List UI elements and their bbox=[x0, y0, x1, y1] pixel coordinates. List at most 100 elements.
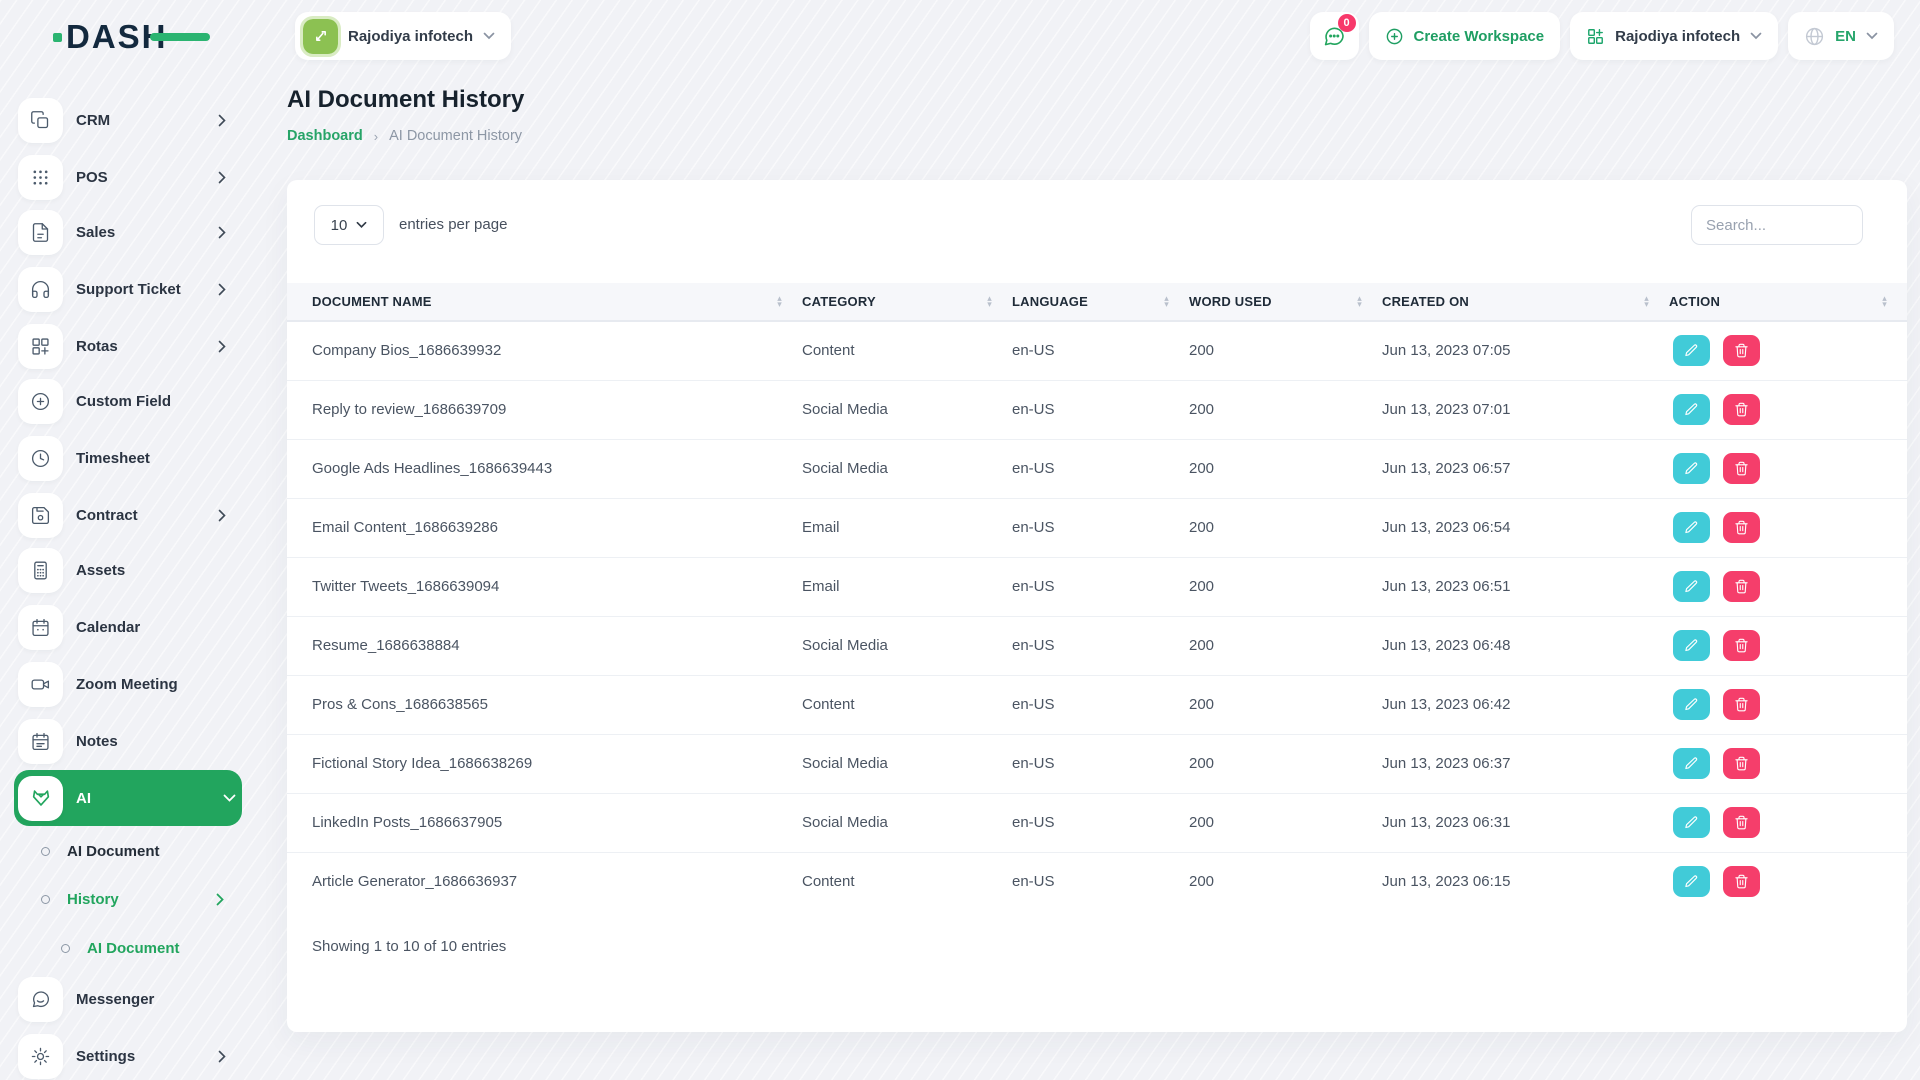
cell-actions bbox=[1669, 497, 1907, 557]
globe-icon bbox=[1804, 26, 1825, 47]
delete-button[interactable] bbox=[1723, 630, 1761, 661]
app-root: DASH Rajodiya infotech 0 Create Workspac… bbox=[0, 0, 1920, 1080]
table-row: Resume_1686638884 Social Media en-US 200… bbox=[287, 615, 1907, 675]
trash-icon bbox=[1735, 579, 1748, 594]
column-header-document-name[interactable]: DOCUMENT NAME ▴ ▾ bbox=[287, 283, 802, 322]
sidebar-subitem-history-ai-document[interactable]: AI Document bbox=[0, 924, 250, 972]
edit-button[interactable] bbox=[1673, 807, 1710, 838]
delete-button[interactable] bbox=[1723, 866, 1761, 898]
edit-button[interactable] bbox=[1673, 689, 1710, 720]
header-right-cluster: 0 Create Workspace Rajodiya infotech EN bbox=[1309, 12, 1894, 60]
sidebar-item-rotas[interactable]: Rotas bbox=[18, 318, 232, 374]
table-row: Google Ads Headlines_1686639443 Social M… bbox=[287, 438, 1907, 498]
notification-badge: 0 bbox=[1337, 14, 1356, 32]
chevron-right-icon bbox=[218, 114, 226, 127]
cell-category: Social Media bbox=[802, 792, 1012, 852]
delete-button[interactable] bbox=[1723, 512, 1761, 543]
delete-button[interactable] bbox=[1723, 394, 1761, 425]
sidebar-item-contract[interactable]: Contract bbox=[18, 487, 232, 543]
column-header-created-on[interactable]: CREATED ON ▴ ▾ bbox=[1382, 283, 1669, 322]
cell-created-on: Jun 13, 2023 06:15 bbox=[1382, 851, 1669, 911]
delete-button[interactable] bbox=[1723, 335, 1761, 367]
page-title: AI Document History bbox=[287, 86, 525, 113]
delete-button[interactable] bbox=[1723, 748, 1761, 779]
cell-language: en-US bbox=[1012, 379, 1189, 439]
sidebar-subitem-ai-document[interactable]: AI Document bbox=[0, 827, 250, 875]
breadcrumb-dashboard-link[interactable]: Dashboard bbox=[287, 128, 363, 144]
column-header-action[interactable]: ACTION ▴ ▾ bbox=[1669, 283, 1907, 322]
bullet-icon bbox=[41, 894, 50, 904]
trash-icon bbox=[1735, 461, 1748, 476]
plus-circle-icon bbox=[18, 378, 63, 424]
pencil-icon bbox=[1685, 698, 1698, 711]
edit-button[interactable] bbox=[1673, 866, 1710, 898]
logo-text: DASH bbox=[66, 18, 168, 55]
cell-created-on: Jun 13, 2023 06:48 bbox=[1382, 615, 1669, 675]
edit-button[interactable] bbox=[1673, 630, 1710, 661]
entries-per-page-select[interactable]: 10 bbox=[314, 205, 384, 245]
workspace-switcher[interactable]: Rajodiya infotech bbox=[295, 12, 512, 60]
sidebar-item-custom-field[interactable]: Custom Field bbox=[18, 373, 232, 429]
sidebar-item-timesheet[interactable]: Timesheet bbox=[18, 430, 232, 486]
cell-language: en-US bbox=[1012, 556, 1189, 616]
notes-icon bbox=[18, 718, 63, 764]
sidebar-item-pos[interactable]: POS bbox=[18, 149, 232, 205]
sidebar-item-crm[interactable]: CRM bbox=[18, 92, 232, 148]
delete-button[interactable] bbox=[1723, 807, 1761, 838]
pencil-icon bbox=[1685, 816, 1698, 829]
edit-button[interactable] bbox=[1673, 571, 1710, 602]
edit-button[interactable] bbox=[1673, 335, 1710, 367]
sidebar-item-assets[interactable]: Assets bbox=[18, 542, 232, 598]
pencil-icon bbox=[1685, 462, 1698, 475]
sidebar-item-ai[interactable]: AI bbox=[14, 770, 242, 826]
app-logo[interactable]: DASH bbox=[53, 18, 209, 58]
workspace-menu[interactable]: Rajodiya infotech bbox=[1570, 12, 1779, 60]
search-input[interactable] bbox=[1691, 205, 1863, 245]
table-body: Company Bios_1686639932 Content en-US 20… bbox=[287, 321, 1907, 911]
table-footer-summary: Showing 1 to 10 of 10 entries bbox=[312, 938, 507, 955]
create-workspace-label: Create Workspace bbox=[1413, 27, 1545, 45]
trash-icon bbox=[1735, 874, 1748, 889]
sidebar-item-sales[interactable]: Sales bbox=[18, 204, 232, 260]
edit-button[interactable] bbox=[1673, 453, 1710, 484]
cell-actions bbox=[1669, 733, 1907, 793]
table-row: Twitter Tweets_1686639094 Email en-US 20… bbox=[287, 556, 1907, 616]
create-workspace-button[interactable]: Create Workspace bbox=[1368, 12, 1561, 60]
content-card: 10 entries per page DOCUMENT NAME▴▾ CATE… bbox=[287, 180, 1907, 1032]
table-header-row: DOCUMENT NAME ▴ ▾ CATEGORY ▴ ▾ LANGUAGE ▴ ▾ WO… bbox=[287, 283, 1907, 322]
sidebar-item-zoom-meeting[interactable]: Zoom Meeting bbox=[18, 656, 232, 712]
contract-icon bbox=[18, 492, 63, 538]
column-header-language[interactable]: LANGUAGE ▴ ▾ bbox=[1012, 283, 1189, 322]
edit-button[interactable] bbox=[1673, 394, 1710, 425]
sidebar-item-notes[interactable]: Notes bbox=[18, 713, 232, 769]
table-row: Company Bios_1686639932 Content en-US 20… bbox=[287, 321, 1907, 380]
sidebar-item-calendar[interactable]: Calendar bbox=[18, 599, 232, 655]
cell-language: en-US bbox=[1012, 497, 1189, 557]
delete-button[interactable] bbox=[1723, 689, 1761, 720]
cell-word-used: 200 bbox=[1189, 379, 1382, 439]
column-header-category[interactable]: CATEGORY ▴ ▾ bbox=[802, 283, 1012, 322]
cell-category: Content bbox=[802, 674, 1012, 734]
sidebar-item-messenger[interactable]: Messenger bbox=[18, 971, 232, 1027]
sidebar-item-settings[interactable]: Settings bbox=[18, 1028, 232, 1080]
workspace-menu-label: Rajodiya infotech bbox=[1615, 27, 1741, 45]
ai-fox-icon bbox=[18, 775, 63, 821]
cell-word-used: 200 bbox=[1189, 792, 1382, 852]
workspace-switcher-label: Rajodiya infotech bbox=[348, 27, 474, 45]
workspace-grid-icon bbox=[1586, 27, 1605, 46]
edit-button[interactable] bbox=[1673, 748, 1710, 779]
cell-category: Social Media bbox=[802, 615, 1012, 675]
chevron-down-icon bbox=[1750, 32, 1762, 40]
sidebar-subitem-history[interactable]: History bbox=[0, 875, 250, 923]
column-header-word-used[interactable]: WORD USED ▴ ▾ bbox=[1189, 283, 1382, 322]
cell-document-name: Resume_1686638884 bbox=[287, 615, 802, 675]
delete-button[interactable] bbox=[1723, 571, 1761, 602]
language-selector[interactable]: EN bbox=[1788, 12, 1894, 60]
sidebar-item-support-ticket[interactable]: Support Ticket bbox=[18, 261, 232, 317]
delete-button[interactable] bbox=[1723, 453, 1761, 484]
cell-document-name: Pros & Cons_1686638565 bbox=[287, 674, 802, 734]
messages-button[interactable]: 0 bbox=[1309, 12, 1359, 60]
cell-word-used: 200 bbox=[1189, 342, 1215, 360]
cell-document-name: Fictional Story Idea_1686638269 bbox=[287, 733, 802, 793]
edit-button[interactable] bbox=[1673, 512, 1710, 543]
